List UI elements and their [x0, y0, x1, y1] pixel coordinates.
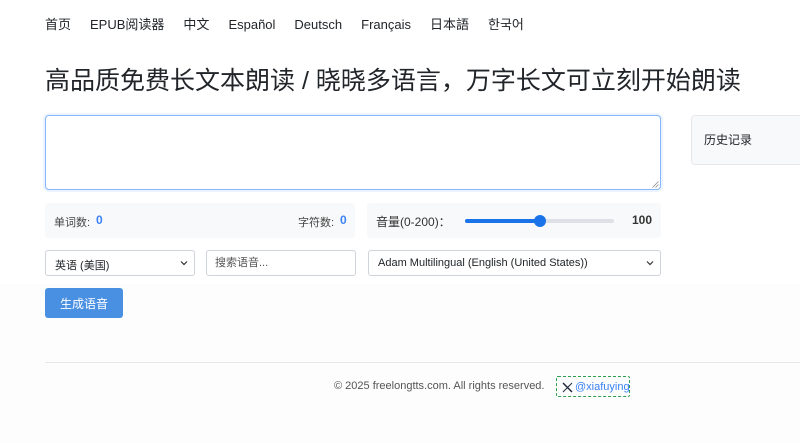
language-select-value: 英语 (美国) — [55, 260, 110, 272]
history-label: 历史记录 — [704, 133, 753, 147]
voice-search-input[interactable] — [206, 250, 356, 276]
char-count-label: 字符数: — [298, 217, 335, 229]
nav-item-german[interactable]: Deutsch — [294, 17, 342, 33]
x-handle: @xiafuying — [575, 381, 630, 393]
language-select[interactable]: 英语 (美国) — [45, 250, 195, 276]
volume-slider-thumb[interactable] — [533, 215, 546, 227]
footer-copyright: © 2025 freelongtts.com. All rights reser… — [334, 380, 545, 392]
chevron-down-icon — [180, 261, 188, 266]
nav-item-home[interactable]: 首页 — [45, 17, 71, 33]
nav-item-spanish[interactable]: Español — [228, 17, 275, 33]
resize-grip-icon[interactable] — [652, 181, 659, 188]
page-title: 高品质免费长文本朗读 / 晓晓多语言，万字长文可立刻开始朗读 — [45, 67, 741, 95]
history-panel[interactable]: 历史记录 — [691, 115, 800, 165]
nav-item-french[interactable]: Français — [361, 17, 411, 33]
nav-item-korean[interactable]: 한국어 — [488, 17, 524, 33]
nav-item-japanese[interactable]: 日本語 — [430, 17, 469, 33]
nav-item-epub-reader[interactable]: EPUB阅读器 — [90, 17, 164, 33]
text-input-area[interactable] — [45, 115, 661, 190]
footer-divider — [45, 362, 800, 363]
generate-speech-button[interactable]: 生成语音 — [45, 288, 123, 318]
word-count-value: 0 — [96, 213, 103, 227]
word-count-label: 单词数: — [54, 217, 91, 229]
top-navigation: 首页 EPUB阅读器 中文 Español Deutsch Français 日… — [45, 17, 543, 33]
char-count-value: 0 — [340, 213, 347, 227]
nav-item-chinese[interactable]: 中文 — [183, 17, 209, 33]
volume-slider-fill — [465, 219, 540, 223]
x-profile-link[interactable]: @xiafuying — [556, 376, 630, 397]
volume-label: 音量(0-200)： — [376, 215, 451, 229]
volume-slider[interactable] — [465, 215, 614, 227]
voice-select-value: Adam Multilingual (English (United State… — [378, 257, 588, 269]
x-logo-icon — [562, 382, 573, 393]
volume-value: 100 — [631, 213, 652, 227]
text-stats: 单词数: 0 字符数: 0 — [45, 203, 355, 238]
chevron-down-icon — [646, 261, 654, 266]
voice-select[interactable]: Adam Multilingual (English (United State… — [368, 250, 661, 276]
volume-control: 音量(0-200)： 100 — [367, 203, 661, 238]
